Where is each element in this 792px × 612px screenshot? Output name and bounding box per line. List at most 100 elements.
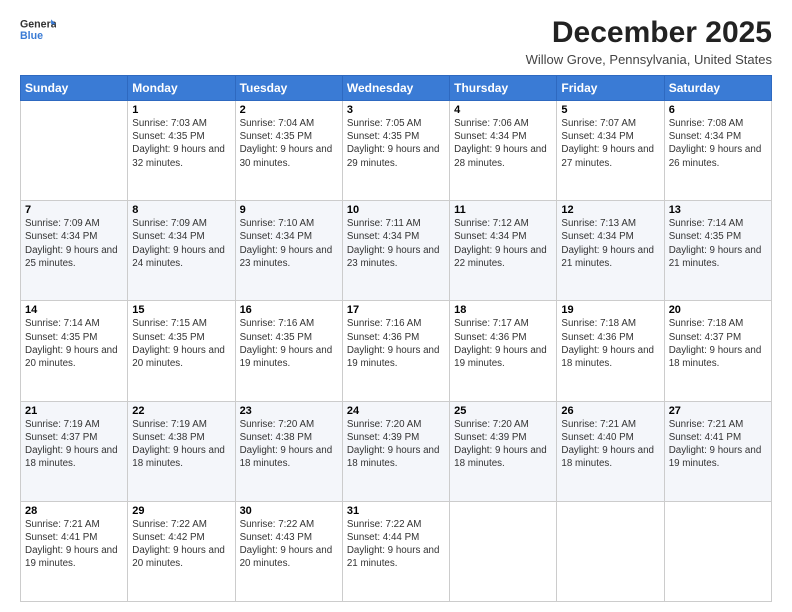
table-cell: 8Sunrise: 7:09 AM Sunset: 4:34 PM Daylig…	[128, 201, 235, 301]
table-cell: 28Sunrise: 7:21 AM Sunset: 4:41 PM Dayli…	[21, 501, 128, 601]
table-cell: 14Sunrise: 7:14 AM Sunset: 4:35 PM Dayli…	[21, 301, 128, 401]
day-number: 26	[561, 405, 659, 417]
table-cell: 17Sunrise: 7:16 AM Sunset: 4:36 PM Dayli…	[342, 301, 449, 401]
day-info: Sunrise: 7:21 AM Sunset: 4:41 PM Dayligh…	[25, 518, 123, 571]
day-number: 1	[132, 104, 230, 116]
table-cell: 27Sunrise: 7:21 AM Sunset: 4:41 PM Dayli…	[664, 401, 771, 501]
table-cell: 23Sunrise: 7:20 AM Sunset: 4:38 PM Dayli…	[235, 401, 342, 501]
day-number: 21	[25, 405, 123, 417]
week-row-3: 21Sunrise: 7:19 AM Sunset: 4:37 PM Dayli…	[21, 401, 772, 501]
table-cell: 30Sunrise: 7:22 AM Sunset: 4:43 PM Dayli…	[235, 501, 342, 601]
col-tuesday: Tuesday	[235, 76, 342, 101]
day-number: 28	[25, 505, 123, 517]
day-info: Sunrise: 7:07 AM Sunset: 4:34 PM Dayligh…	[561, 117, 659, 170]
day-number: 23	[240, 405, 338, 417]
table-cell: 6Sunrise: 7:08 AM Sunset: 4:34 PM Daylig…	[664, 101, 771, 201]
day-info: Sunrise: 7:20 AM Sunset: 4:39 PM Dayligh…	[347, 418, 445, 471]
svg-text:Blue: Blue	[20, 30, 43, 42]
day-info: Sunrise: 7:20 AM Sunset: 4:39 PM Dayligh…	[454, 418, 552, 471]
col-wednesday: Wednesday	[342, 76, 449, 101]
col-sunday: Sunday	[21, 76, 128, 101]
logo-icon: General Blue	[20, 16, 56, 44]
table-cell: 16Sunrise: 7:16 AM Sunset: 4:35 PM Dayli…	[235, 301, 342, 401]
day-info: Sunrise: 7:03 AM Sunset: 4:35 PM Dayligh…	[132, 117, 230, 170]
day-number: 14	[25, 304, 123, 316]
day-info: Sunrise: 7:05 AM Sunset: 4:35 PM Dayligh…	[347, 117, 445, 170]
day-number: 18	[454, 304, 552, 316]
day-number: 15	[132, 304, 230, 316]
col-monday: Monday	[128, 76, 235, 101]
day-info: Sunrise: 7:09 AM Sunset: 4:34 PM Dayligh…	[132, 217, 230, 270]
day-info: Sunrise: 7:21 AM Sunset: 4:41 PM Dayligh…	[669, 418, 767, 471]
day-info: Sunrise: 7:11 AM Sunset: 4:34 PM Dayligh…	[347, 217, 445, 270]
table-cell: 7Sunrise: 7:09 AM Sunset: 4:34 PM Daylig…	[21, 201, 128, 301]
day-number: 25	[454, 405, 552, 417]
day-info: Sunrise: 7:18 AM Sunset: 4:36 PM Dayligh…	[561, 317, 659, 370]
week-row-2: 14Sunrise: 7:14 AM Sunset: 4:35 PM Dayli…	[21, 301, 772, 401]
day-number: 16	[240, 304, 338, 316]
day-info: Sunrise: 7:19 AM Sunset: 4:37 PM Dayligh…	[25, 418, 123, 471]
day-number: 8	[132, 204, 230, 216]
day-number: 5	[561, 104, 659, 116]
day-number: 13	[669, 204, 767, 216]
calendar-table: Sunday Monday Tuesday Wednesday Thursday…	[20, 75, 772, 602]
table-cell	[21, 101, 128, 201]
day-info: Sunrise: 7:12 AM Sunset: 4:34 PM Dayligh…	[454, 217, 552, 270]
day-number: 3	[347, 104, 445, 116]
table-cell: 29Sunrise: 7:22 AM Sunset: 4:42 PM Dayli…	[128, 501, 235, 601]
day-info: Sunrise: 7:04 AM Sunset: 4:35 PM Dayligh…	[240, 117, 338, 170]
day-number: 10	[347, 204, 445, 216]
table-cell: 18Sunrise: 7:17 AM Sunset: 4:36 PM Dayli…	[450, 301, 557, 401]
week-row-0: 1Sunrise: 7:03 AM Sunset: 4:35 PM Daylig…	[21, 101, 772, 201]
day-number: 22	[132, 405, 230, 417]
day-info: Sunrise: 7:18 AM Sunset: 4:37 PM Dayligh…	[669, 317, 767, 370]
table-cell: 20Sunrise: 7:18 AM Sunset: 4:37 PM Dayli…	[664, 301, 771, 401]
table-cell: 5Sunrise: 7:07 AM Sunset: 4:34 PM Daylig…	[557, 101, 664, 201]
calendar-header-row: Sunday Monday Tuesday Wednesday Thursday…	[21, 76, 772, 101]
week-row-1: 7Sunrise: 7:09 AM Sunset: 4:34 PM Daylig…	[21, 201, 772, 301]
table-cell: 22Sunrise: 7:19 AM Sunset: 4:38 PM Dayli…	[128, 401, 235, 501]
day-number: 6	[669, 104, 767, 116]
day-number: 31	[347, 505, 445, 517]
day-info: Sunrise: 7:06 AM Sunset: 4:34 PM Dayligh…	[454, 117, 552, 170]
day-number: 29	[132, 505, 230, 517]
header: General Blue December 2025 Willow Grove,…	[20, 16, 772, 67]
svg-text:General: General	[20, 19, 56, 31]
table-cell	[664, 501, 771, 601]
day-info: Sunrise: 7:15 AM Sunset: 4:35 PM Dayligh…	[132, 317, 230, 370]
table-cell: 9Sunrise: 7:10 AM Sunset: 4:34 PM Daylig…	[235, 201, 342, 301]
month-title: December 2025	[526, 16, 772, 50]
table-cell: 4Sunrise: 7:06 AM Sunset: 4:34 PM Daylig…	[450, 101, 557, 201]
table-cell: 24Sunrise: 7:20 AM Sunset: 4:39 PM Dayli…	[342, 401, 449, 501]
day-number: 2	[240, 104, 338, 116]
week-row-4: 28Sunrise: 7:21 AM Sunset: 4:41 PM Dayli…	[21, 501, 772, 601]
table-cell: 1Sunrise: 7:03 AM Sunset: 4:35 PM Daylig…	[128, 101, 235, 201]
day-info: Sunrise: 7:22 AM Sunset: 4:43 PM Dayligh…	[240, 518, 338, 571]
day-info: Sunrise: 7:13 AM Sunset: 4:34 PM Dayligh…	[561, 217, 659, 270]
day-info: Sunrise: 7:09 AM Sunset: 4:34 PM Dayligh…	[25, 217, 123, 270]
day-info: Sunrise: 7:21 AM Sunset: 4:40 PM Dayligh…	[561, 418, 659, 471]
day-number: 9	[240, 204, 338, 216]
day-number: 19	[561, 304, 659, 316]
table-cell: 15Sunrise: 7:15 AM Sunset: 4:35 PM Dayli…	[128, 301, 235, 401]
day-number: 24	[347, 405, 445, 417]
col-saturday: Saturday	[664, 76, 771, 101]
day-number: 7	[25, 204, 123, 216]
table-cell: 25Sunrise: 7:20 AM Sunset: 4:39 PM Dayli…	[450, 401, 557, 501]
day-info: Sunrise: 7:08 AM Sunset: 4:34 PM Dayligh…	[669, 117, 767, 170]
title-block: December 2025 Willow Grove, Pennsylvania…	[526, 16, 772, 67]
table-cell: 10Sunrise: 7:11 AM Sunset: 4:34 PM Dayli…	[342, 201, 449, 301]
table-cell: 19Sunrise: 7:18 AM Sunset: 4:36 PM Dayli…	[557, 301, 664, 401]
day-info: Sunrise: 7:10 AM Sunset: 4:34 PM Dayligh…	[240, 217, 338, 270]
table-cell: 13Sunrise: 7:14 AM Sunset: 4:35 PM Dayli…	[664, 201, 771, 301]
table-cell: 2Sunrise: 7:04 AM Sunset: 4:35 PM Daylig…	[235, 101, 342, 201]
day-number: 17	[347, 304, 445, 316]
table-cell: 11Sunrise: 7:12 AM Sunset: 4:34 PM Dayli…	[450, 201, 557, 301]
page: General Blue December 2025 Willow Grove,…	[0, 0, 792, 612]
table-cell: 31Sunrise: 7:22 AM Sunset: 4:44 PM Dayli…	[342, 501, 449, 601]
day-number: 27	[669, 405, 767, 417]
day-info: Sunrise: 7:16 AM Sunset: 4:35 PM Dayligh…	[240, 317, 338, 370]
day-info: Sunrise: 7:20 AM Sunset: 4:38 PM Dayligh…	[240, 418, 338, 471]
day-info: Sunrise: 7:19 AM Sunset: 4:38 PM Dayligh…	[132, 418, 230, 471]
col-friday: Friday	[557, 76, 664, 101]
